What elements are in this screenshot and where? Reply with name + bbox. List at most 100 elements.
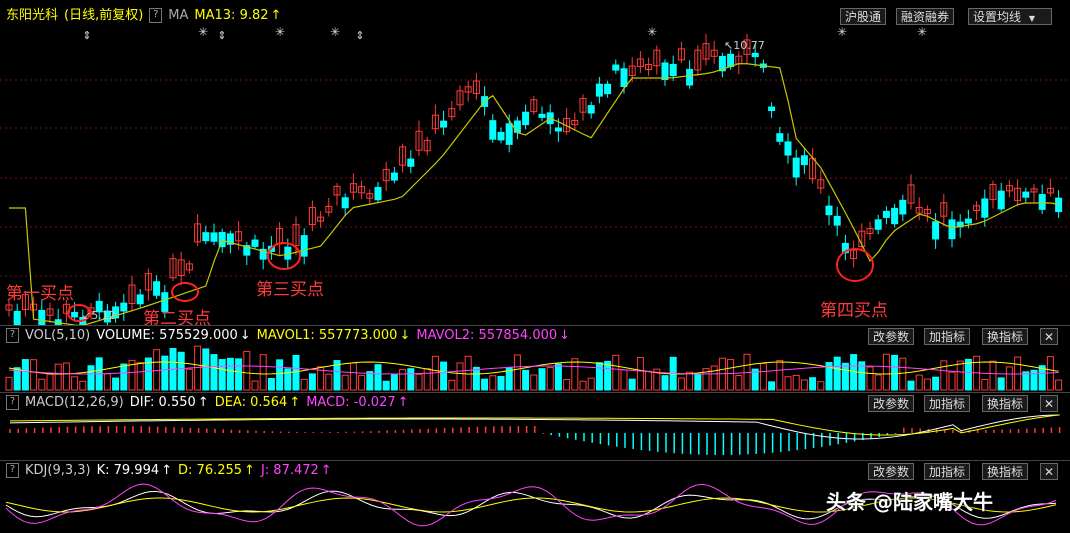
volume-bar: [456, 362, 464, 391]
volume-bar: [604, 360, 612, 391]
candle-body: [981, 198, 989, 218]
volume-bar: [5, 376, 13, 391]
candle-body: [390, 172, 398, 181]
volume-bar: [423, 368, 431, 391]
volume-bar: [103, 373, 111, 391]
volume-chart: [5, 345, 1063, 391]
updown-marker-icon: ⇕: [82, 29, 91, 42]
volume-bar: [390, 373, 398, 391]
candle-body: [522, 111, 530, 126]
volume-bar: [522, 369, 530, 391]
volume-bar: [620, 369, 628, 391]
volume-bar: [882, 353, 890, 391]
candle-body: [825, 205, 833, 216]
volume-bar: [587, 377, 595, 391]
candle-body: [489, 120, 497, 140]
volume-bar: [546, 367, 554, 391]
volume-bar: [850, 354, 858, 391]
candle-body: [932, 221, 940, 240]
volume-bar: [448, 379, 456, 391]
volume-bar: [481, 378, 489, 391]
volume-bar: [538, 368, 546, 391]
candle-body: [964, 218, 972, 224]
volume-bar: [612, 354, 620, 391]
volume-bar: [694, 374, 702, 391]
volume-bar: [349, 362, 357, 391]
volume-bar: [1055, 379, 1063, 391]
volume-bar: [899, 357, 907, 391]
volume-bar: [784, 376, 792, 391]
volume-bar: [177, 351, 185, 391]
volume-bar: [472, 366, 480, 391]
volume-bar: [153, 349, 161, 391]
volume-bar: [563, 378, 571, 391]
volume-bar: [30, 359, 38, 391]
volume-bar: [768, 381, 776, 391]
candle-body: [776, 133, 784, 142]
volume-bar: [284, 368, 292, 391]
buy-point-circle: [171, 282, 199, 302]
volume-bar: [915, 374, 923, 391]
watermark: 头条 @陆家嘴大牛: [826, 490, 993, 514]
macd-chart: [9, 414, 1061, 455]
candle-body: [604, 83, 612, 95]
volume-bar: [120, 363, 128, 391]
candle-body: [612, 64, 620, 71]
volume-bar: [71, 376, 79, 391]
volume-bar: [817, 381, 825, 391]
volume-bar: [530, 374, 538, 391]
kdj-panel: ? KDJ(9,3,3) K: 79.994 ↑ D: 76.255 ↑ J: 87.472…: [0, 461, 1070, 533]
candle-body: [71, 311, 79, 318]
candle-body: [202, 232, 210, 242]
buy-point-circle: [267, 242, 301, 270]
volume-bar: [841, 362, 849, 391]
volume-bar: [38, 378, 46, 391]
volume-bar: [727, 358, 735, 391]
volume-bar: [891, 354, 899, 391]
candle-body: [136, 294, 144, 305]
volume-bar: [686, 371, 694, 391]
volume-bar: [1022, 371, 1030, 391]
volume-bar: [46, 373, 54, 391]
candle-body: [833, 215, 841, 226]
volume-bar: [415, 373, 423, 391]
volume-panel: ? VOL(5,10) VOLUME: 575529.000 ↓ MAVOL1: 557…: [0, 326, 1070, 392]
low-price-value: 5.12: [91, 309, 116, 322]
candle-body: [341, 197, 349, 209]
volume-bar: [341, 374, 349, 391]
volume-bar: [513, 354, 521, 391]
volume-bar: [185, 368, 193, 391]
volume-bar: [210, 354, 218, 391]
candle-body: [882, 210, 890, 218]
candle-body: [997, 190, 1005, 210]
candle-body: [948, 219, 956, 240]
updown-marker-icon: ⇕: [355, 29, 364, 42]
volume-bar: [202, 348, 210, 391]
candle-body: [768, 106, 776, 112]
volume-bar: [300, 378, 308, 391]
volume-bar: [235, 358, 243, 391]
candle-body: [120, 302, 128, 312]
candle-body: [899, 199, 907, 215]
low-arrow: ↙: [82, 309, 92, 322]
volume-bar: [161, 355, 169, 391]
volume-bar: [1005, 366, 1013, 391]
volume-bar: [989, 360, 997, 391]
volume-bar: [79, 380, 87, 391]
volume-bar: [308, 373, 316, 391]
candle-body: [784, 141, 792, 156]
candle-body: [513, 120, 521, 133]
star-marker-icon: ✳: [647, 25, 657, 39]
candle-body: [13, 310, 21, 325]
volume-bar: [226, 357, 234, 391]
candle-body: [727, 53, 735, 68]
volume-bar: [948, 371, 956, 391]
volume-bar: [661, 375, 669, 391]
volume-bar: [956, 360, 964, 391]
candle-body: [153, 281, 161, 296]
volume-bar: [759, 363, 767, 391]
volume-bar: [677, 377, 685, 391]
candle-body: [440, 120, 448, 128]
candle-body: [374, 187, 382, 201]
volume-bar: [997, 377, 1005, 391]
